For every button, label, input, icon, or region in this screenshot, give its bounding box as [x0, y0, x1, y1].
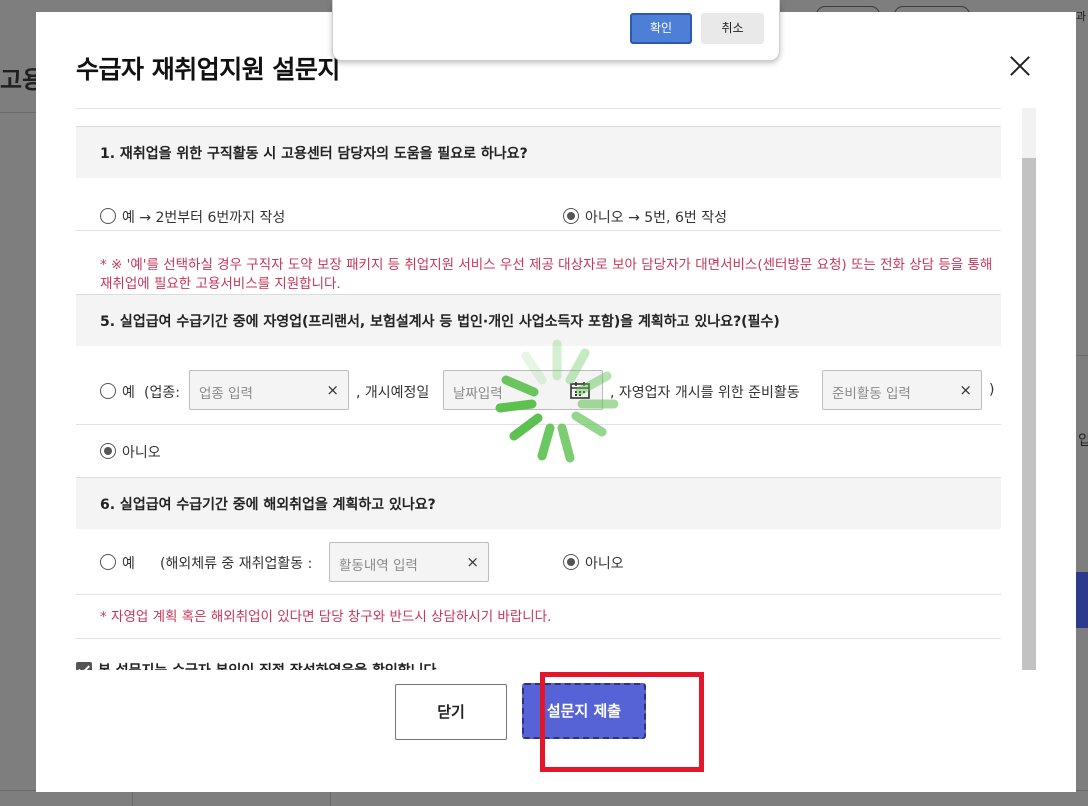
q5-prep-label: , 자영업자 개시를 위한 준비활동 [610, 385, 800, 401]
prep-activity-input[interactable]: 준비활동 입력 × [822, 370, 982, 410]
confirm-checkbox[interactable] [76, 662, 92, 670]
industry-input[interactable]: 업종 입력 × [189, 370, 349, 410]
divider [76, 108, 1001, 109]
background-text-fragment-top: 과 [1075, 10, 1086, 23]
q1-radio-no[interactable] [563, 208, 579, 224]
alert-cancel-button[interactable]: 취소 [701, 13, 764, 44]
close-button[interactable]: 닫기 [395, 684, 507, 740]
overseas-activity-input[interactable]: 활동내역 입력 × [329, 542, 489, 582]
prep-activity-input-placeholder: 준비활동 입력 [832, 386, 911, 402]
scrollbar-thumb[interactable] [1022, 158, 1036, 670]
background-blue-block [1076, 572, 1088, 628]
overseas-activity-input-placeholder: 활동내역 입력 [339, 558, 418, 574]
question-5-text: 5. 실업급여 수급기간 중에 자영업(프리랜서, 보험설계사 등 법인·개인 … [100, 314, 780, 330]
close-icon[interactable] [1006, 52, 1034, 80]
q6-notice: * 자영업 계획 혹은 해외취업이 있다면 담당 창구와 반드시 상담하시기 바… [100, 609, 552, 625]
q6-option-yes-label: 예 [122, 556, 135, 572]
q5-option-no-label: 아니오 [122, 445, 161, 461]
q6-radio-yes[interactable] [100, 554, 116, 570]
q1-radio-yes[interactable] [100, 208, 116, 224]
divider [76, 638, 1001, 639]
divider [76, 594, 1001, 595]
q1-notice: * ※ '예'를 선택하실 경우 구직자 도약 보장 패키지 등 취업지원 서비… [100, 257, 993, 292]
q5-radio-yes[interactable] [100, 383, 116, 399]
q5-close-paren: ) [989, 382, 995, 398]
modal-title: 수급자 재취업지원 설문지 [76, 55, 340, 84]
background-divider [330, 790, 331, 806]
q6-radio-no[interactable] [563, 554, 579, 570]
loading-spinner-icon [495, 339, 619, 463]
highlight-box [540, 672, 704, 772]
q6-overseas-label: (해외체류 중 재취업활동 : [160, 556, 313, 572]
question-1-text: 1. 재취업을 위한 구직활동 시 고용센터 담당자의 도움을 필요로 하나요? [100, 146, 528, 162]
clear-icon[interactable]: × [326, 381, 339, 399]
background-divider [1076, 355, 1088, 356]
q5-option-yes-label: 예 [122, 385, 135, 401]
question-6-text: 6. 실업급여 수급기간 중에 해외취업을 계획하고 있나요? [100, 497, 436, 513]
alert-ok-button[interactable]: 확인 [630, 13, 692, 44]
q5-industry-label: (업종: [144, 385, 180, 401]
industry-input-placeholder: 업종 입력 [199, 386, 253, 402]
background-divider [132, 790, 133, 806]
q6-option-no-label: 아니오 [585, 556, 624, 572]
q1-option-no-label: 아니오 → 5번, 6번 작성 [585, 210, 727, 226]
q5-radio-no[interactable] [100, 443, 116, 459]
background-divider [0, 112, 40, 113]
q1-option-yes-label: 예 → 2번부터 6번까지 작성 [122, 210, 286, 226]
background-text-fragment-right: 입 [1078, 433, 1088, 449]
clear-icon[interactable]: × [959, 381, 972, 399]
confirm-checkbox-label: 본 설문지는 수급자 본인이 직접 작성하였음을 확인합니다 [98, 660, 436, 670]
clear-icon[interactable]: × [466, 553, 479, 571]
question-1-header: 1. 재취업을 위한 구직활동 시 고용센터 담당자의 도움을 필요로 하나요? [76, 126, 1001, 178]
question-6-header: 6. 실업급여 수급기간 중에 해외취업을 계획하고 있나요? [76, 477, 1001, 529]
q5-date-label: , 개시예정일 [356, 385, 430, 401]
divider [76, 230, 1001, 231]
alert-dialog: 확인 취소 [332, 0, 780, 61]
